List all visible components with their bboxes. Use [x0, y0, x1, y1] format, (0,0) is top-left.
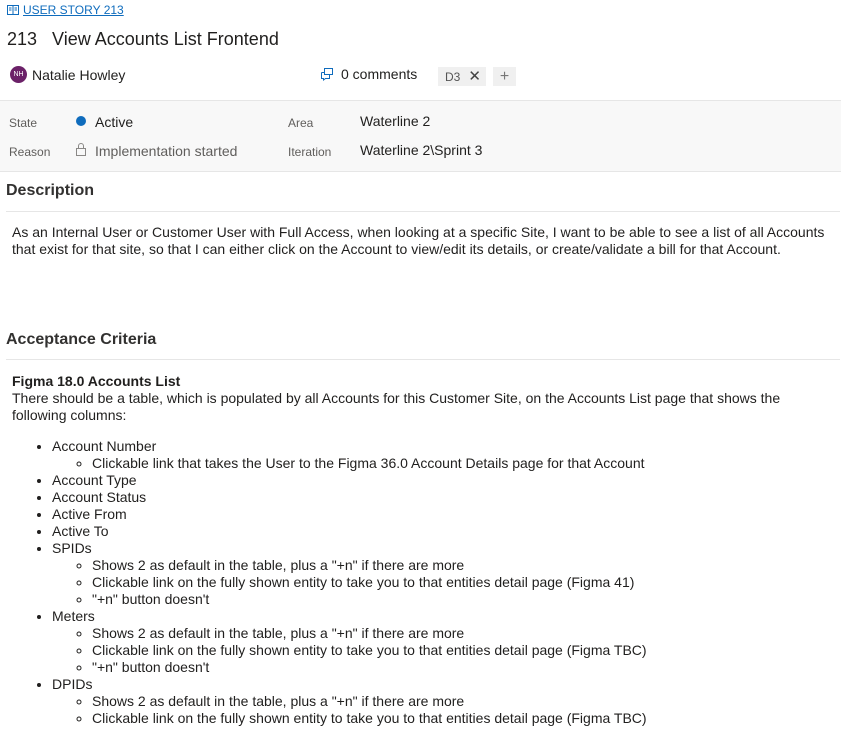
lock-icon	[76, 143, 86, 156]
state-label: State	[9, 116, 38, 130]
list-item: Clickable link on the fully shown entity…	[92, 642, 830, 659]
work-item-id: 213	[7, 29, 38, 49]
list-item: Meters Shows 2 as default in the table, …	[52, 608, 830, 676]
add-tag-button[interactable]: +	[493, 67, 516, 86]
title-row: 213 View Accounts List Frontend	[7, 29, 279, 50]
list-item: Shows 2 as default in the table, plus a …	[92, 625, 830, 642]
list-item: Clickable link that takes the User to th…	[92, 455, 830, 472]
list-item: "+n" button doesn't	[92, 659, 830, 676]
list-item: Active From	[52, 506, 830, 523]
list-item: Shows 2 as default in the table, plus a …	[92, 693, 830, 710]
remove-tag-icon[interactable]: ✕	[468, 69, 481, 84]
area-label: Area	[288, 116, 314, 130]
list-item: Active To	[52, 523, 830, 540]
list-item: "+n" button doesn't	[92, 591, 830, 608]
reason-label: Reason	[9, 145, 51, 159]
work-item-title[interactable]: View Accounts List Frontend	[52, 29, 279, 50]
list-item: Clickable link on the fully shown entity…	[92, 710, 830, 727]
list-item: Clickable link on the fully shown entity…	[92, 574, 830, 591]
fields-panel: State Active Reason Implementation start…	[0, 100, 841, 172]
user-story-icon	[7, 5, 19, 15]
acceptance-intro: There should be a table, which is popula…	[12, 390, 781, 423]
comments-icon	[321, 68, 333, 81]
assignee-name: Natalie Howley	[32, 66, 126, 83]
description-divider	[6, 211, 840, 212]
acceptance-body[interactable]: Figma 18.0 Accounts List There should be…	[12, 373, 830, 727]
reason-value: Implementation started	[95, 143, 238, 159]
comments-link[interactable]: 0 comments	[320, 66, 417, 82]
acceptance-divider	[6, 359, 840, 360]
list-item: DPIDs Shows 2 as default in the table, p…	[52, 676, 830, 727]
work-item-type-label[interactable]: USER STORY 213	[23, 3, 124, 17]
area-value[interactable]: Waterline 2	[360, 113, 430, 129]
acceptance-subheading: Figma 18.0 Accounts List	[12, 373, 181, 389]
description-text[interactable]: As an Internal User or Customer User wit…	[12, 224, 830, 258]
list-item: Shows 2 as default in the table, plus a …	[92, 557, 830, 574]
list-item: Account Type	[52, 472, 830, 489]
iteration-label: Iteration	[288, 145, 332, 159]
assignee-picker[interactable]: NH Natalie Howley	[10, 66, 125, 83]
acceptance-heading: Acceptance Criteria	[6, 331, 157, 348]
avatar: NH	[10, 66, 27, 83]
list-item: Account Status	[52, 489, 830, 506]
work-item-type-link[interactable]: USER STORY 213	[7, 2, 124, 18]
comments-count: 0 comments	[341, 66, 418, 82]
iteration-value[interactable]: Waterline 2\Sprint 3	[360, 142, 482, 158]
state-indicator-icon	[76, 116, 86, 126]
meta-row: NH Natalie Howley 0 comments D3 ✕ +	[10, 66, 830, 88]
tag-label: D3	[445, 69, 461, 84]
tag-d3: D3 ✕	[438, 67, 486, 86]
list-item: SPIDs Shows 2 as default in the table, p…	[52, 540, 830, 608]
description-heading: Description	[6, 182, 95, 199]
criteria-list: Account Number Clickable link that takes…	[12, 438, 830, 727]
state-value[interactable]: Active	[95, 114, 133, 130]
list-item: Account Number Clickable link that takes…	[52, 438, 830, 472]
